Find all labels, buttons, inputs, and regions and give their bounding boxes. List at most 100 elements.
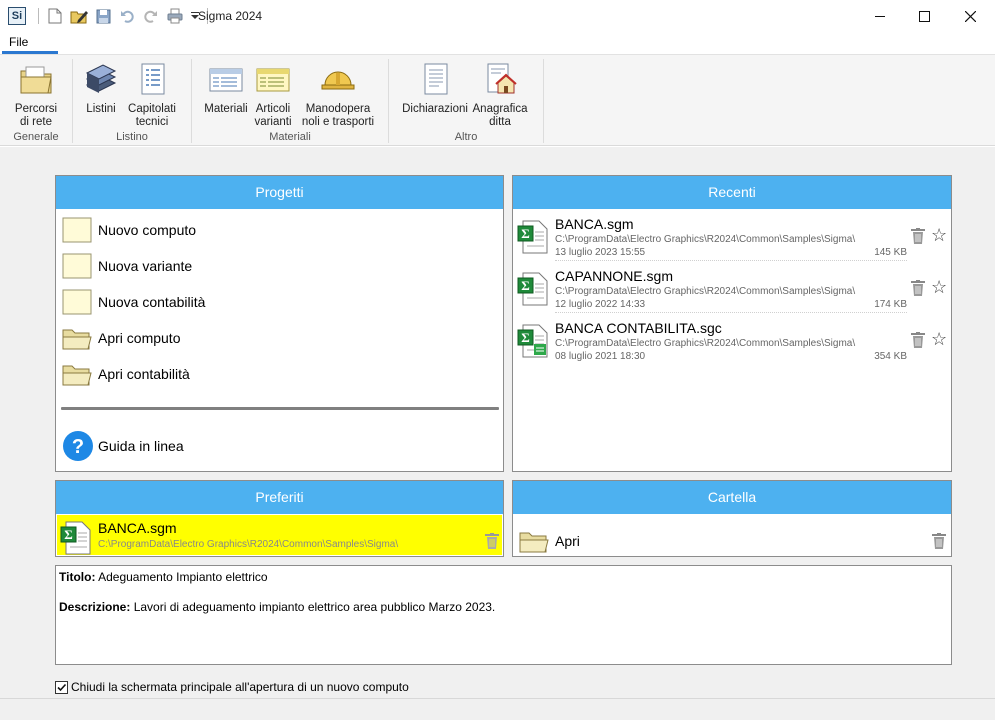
app-icon[interactable]: Si	[8, 7, 26, 25]
title-label: Titolo:	[59, 570, 96, 584]
minimize-icon	[875, 16, 885, 17]
apri-computo-item[interactable]: Apri computo	[62, 324, 180, 352]
window-title: Sigma 2024	[198, 9, 263, 23]
close-button[interactable]	[947, 0, 993, 32]
network-folder-icon	[18, 61, 54, 97]
star-icon[interactable]: ☆	[931, 278, 947, 296]
maximize-button[interactable]	[901, 0, 947, 32]
checkmark-icon	[57, 683, 67, 691]
sigma-file-icon: Σ	[517, 220, 548, 254]
cartella-header: Cartella	[513, 481, 951, 514]
ribbon-button-label: Dichiarazioni	[402, 103, 468, 115]
new-document-icon[interactable]	[45, 6, 65, 26]
ribbon-tab-row: File	[0, 32, 995, 54]
title-bar: Si Sigma 2024	[0, 0, 995, 32]
materials-table-icon	[208, 61, 244, 97]
new-file-icon	[62, 253, 92, 279]
manodopera-noli-trasporti-button[interactable]: Manodopera noli e trasporti	[297, 59, 379, 129]
start-screen: Progetti Nuovo computo Nuova variante Nu…	[0, 147, 995, 698]
ribbon-group-separator	[72, 59, 73, 143]
trash-icon[interactable]	[485, 533, 499, 549]
print-icon[interactable]	[165, 6, 185, 26]
books-icon	[83, 61, 119, 97]
save-icon[interactable]	[93, 6, 113, 26]
recent-file-date: 13 luglio 2023 15:55	[555, 247, 907, 261]
project-description-box: Titolo: Adeguamento Impianto elettrico D…	[55, 565, 952, 665]
close-icon	[964, 10, 976, 22]
description-label: Descrizione:	[59, 600, 131, 614]
apri-contabilita-item[interactable]: Apri contabilità	[62, 360, 190, 388]
recent-file-path: C:\ProgramData\Electro Graphics\R2024\Co…	[555, 338, 856, 349]
capitolati-tecnici-button[interactable]: Capitolati tecnici	[124, 59, 180, 129]
recent-file-name: CAPANNONE.sgm	[555, 268, 673, 284]
declaration-document-icon	[417, 61, 453, 97]
articoli-varianti-button[interactable]: Articoli varianti	[251, 59, 295, 129]
preferiti-panel: Preferiti Σ BANCA.sgm C:\ProgramData\Ele…	[55, 480, 504, 557]
apri-cartella-item[interactable]: Apri	[519, 527, 939, 555]
svg-text:Σ: Σ	[64, 527, 73, 542]
ribbon-group-generale: Percorsi di rete Generale	[2, 59, 70, 145]
close-on-new-checkbox[interactable]	[55, 680, 68, 694]
recent-file-path: C:\ProgramData\Electro Graphics\R2024\Co…	[555, 234, 856, 245]
star-icon[interactable]: ☆	[931, 226, 947, 244]
ribbon-group-separator	[191, 59, 192, 143]
progetti-panel: Progetti Nuovo computo Nuova variante Nu…	[55, 175, 504, 472]
trash-icon[interactable]	[911, 332, 925, 348]
close-on-new-option[interactable]: Chiudi la schermata principale all'apert…	[55, 680, 409, 694]
favorite-file-item[interactable]: Σ BANCA.sgm C:\ProgramData\Electro Graph…	[57, 515, 502, 555]
minimize-button[interactable]	[857, 0, 903, 32]
recenti-header: Recenti	[513, 176, 951, 209]
ribbon-button-label: Percorsi di rete	[14, 103, 58, 128]
ribbon-group-label: Altro	[454, 131, 478, 143]
recent-file-item[interactable]: Σ BANCA CONTABILITA.sgc C:\ProgramData\E…	[517, 320, 951, 372]
ribbon-button-label: Listini	[86, 103, 116, 115]
open-folder-icon	[62, 329, 92, 350]
recent-file-item[interactable]: Σ BANCA.sgm C:\ProgramData\Electro Graph…	[517, 216, 951, 268]
recenti-panel: Recenti Σ BANCA.sgm C:\ProgramData\Elect…	[512, 175, 952, 472]
nuova-variante-item[interactable]: Nuova variante	[62, 252, 192, 280]
progetti-item-label: Apri contabilità	[98, 366, 190, 382]
sigma-accounting-file-icon: Σ	[517, 324, 548, 358]
qat-separator	[38, 8, 39, 24]
redo-icon[interactable]	[141, 6, 161, 26]
ribbon-group-label: Generale	[13, 131, 59, 143]
guida-in-linea-item[interactable]: ? Guida in linea	[62, 429, 184, 463]
description-row: Descrizione: Lavori di adeguamento impia…	[59, 600, 948, 614]
materiali-button[interactable]: Materiali	[201, 59, 251, 116]
recent-file-item[interactable]: Σ CAPANNONE.sgm C:\ProgramData\Electro G…	[517, 268, 951, 320]
title-value: Adeguamento Impianto elettrico	[98, 570, 268, 584]
recent-file-date: 08 luglio 2021 18:30	[555, 351, 646, 362]
open-edit-icon[interactable]	[69, 6, 89, 26]
nuovo-computo-item[interactable]: Nuovo computo	[62, 216, 196, 244]
svg-text:Σ: Σ	[521, 226, 530, 241]
sigma-file-icon: Σ	[517, 272, 548, 306]
recent-file-size: 354 KB	[874, 351, 907, 362]
preferiti-header: Preferiti	[56, 481, 503, 514]
undo-icon[interactable]	[117, 6, 137, 26]
ribbon: Percorsi di rete Generale Listini Capito…	[0, 54, 995, 146]
ribbon-group-label: Listino	[116, 131, 148, 143]
cartella-panel: Cartella Apri	[512, 480, 952, 557]
recent-file-size: 174 KB	[874, 299, 907, 310]
svg-text:Σ: Σ	[521, 330, 530, 345]
progetti-item-label: Apri computo	[98, 330, 181, 346]
nuova-contabilita-item[interactable]: Nuova contabilità	[62, 288, 205, 316]
percorsi-di-rete-button[interactable]: Percorsi di rete	[6, 59, 66, 129]
help-icon: ?	[63, 431, 93, 461]
recent-file-name: BANCA CONTABILITA.sgc	[555, 320, 722, 336]
new-file-icon	[62, 217, 92, 243]
trash-icon[interactable]	[911, 280, 925, 296]
file-tab[interactable]: File	[2, 32, 58, 54]
ribbon-group-label: Materiali	[269, 131, 311, 143]
trash-icon[interactable]	[932, 533, 946, 549]
progetti-header: Progetti	[56, 176, 503, 209]
anagrafica-ditta-button[interactable]: Anagrafica ditta	[472, 59, 528, 129]
star-icon[interactable]: ☆	[931, 330, 947, 348]
dichiarazioni-button[interactable]: Dichiarazioni	[400, 59, 470, 116]
listini-button[interactable]: Listini	[80, 59, 122, 116]
trash-icon[interactable]	[911, 228, 925, 244]
progetti-item-label: Nuova contabilità	[98, 294, 206, 310]
close-on-new-label: Chiudi la schermata principale all'apert…	[71, 680, 409, 694]
recent-file-path: C:\ProgramData\Electro Graphics\R2024\Co…	[555, 286, 856, 297]
ribbon-group-materiali: Materiali Articoli varianti Manodopera n…	[193, 59, 387, 145]
